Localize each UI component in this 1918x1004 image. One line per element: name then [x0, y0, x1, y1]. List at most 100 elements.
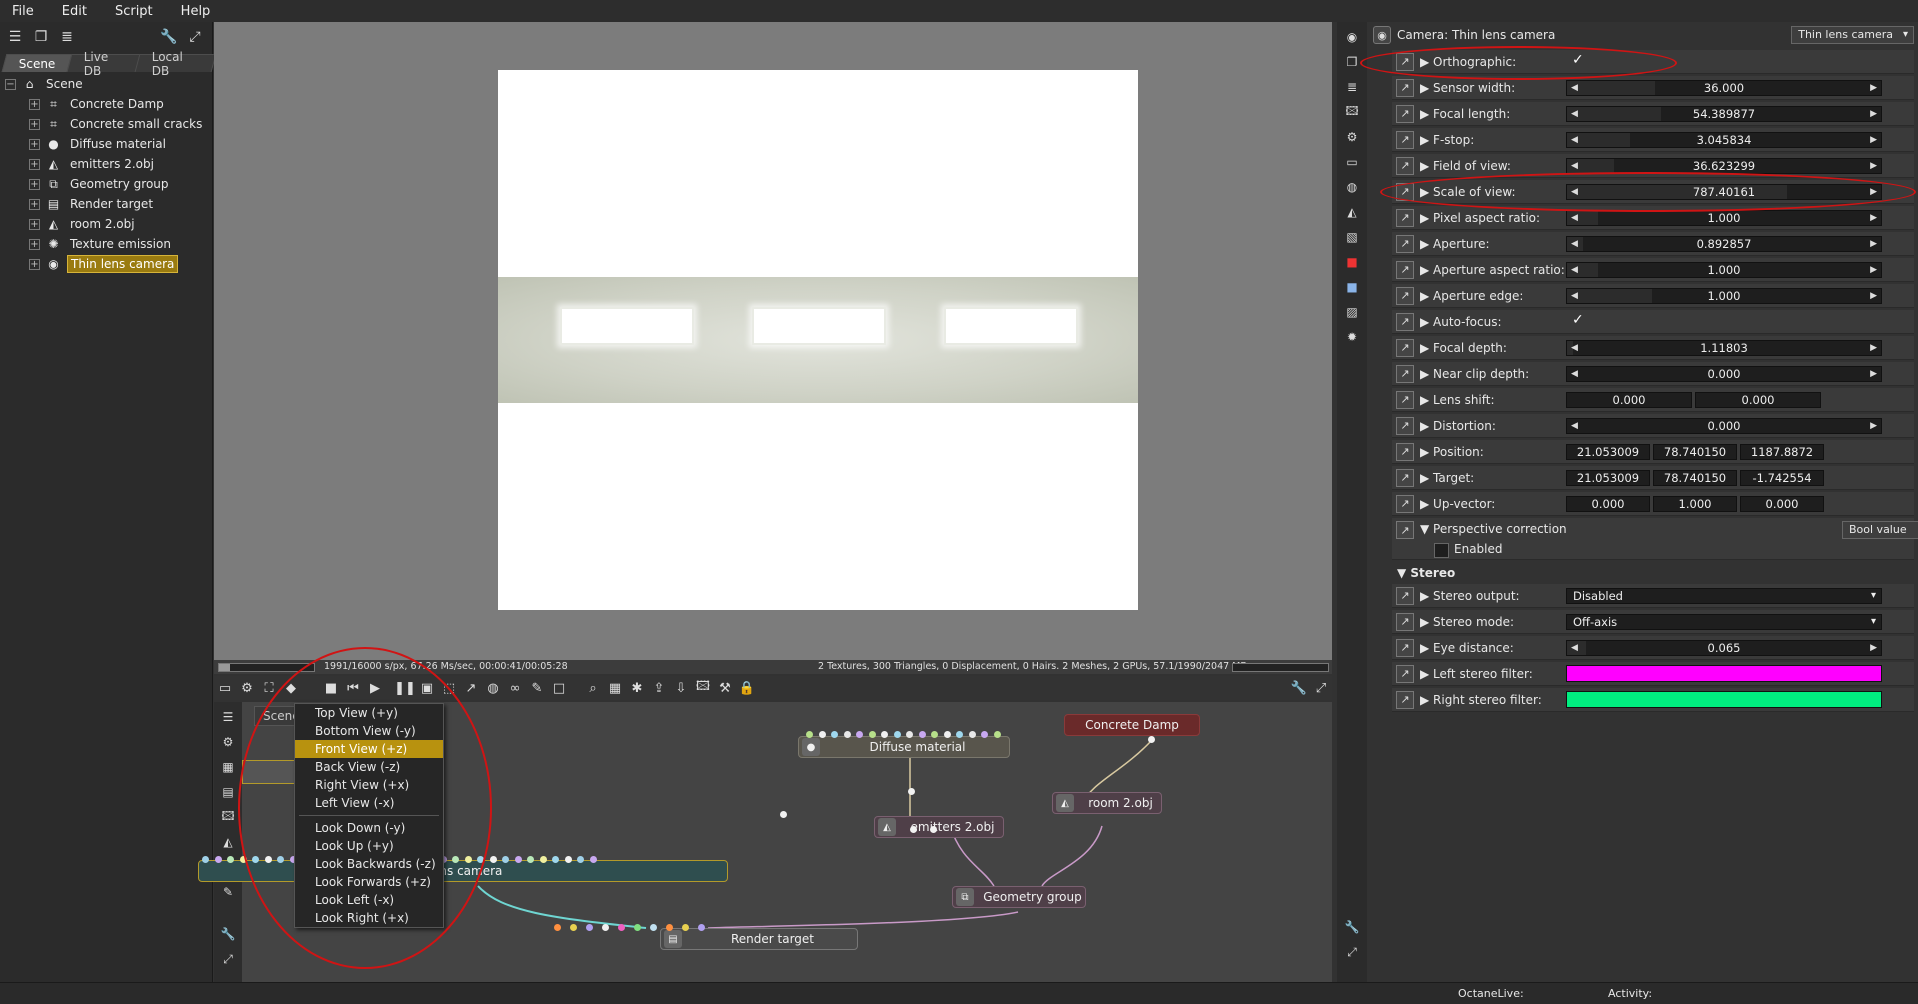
node-input-pin[interactable]	[514, 856, 522, 863]
node-geometry-group[interactable]: ⧉ Geometry group	[952, 886, 1086, 908]
node-input-pin[interactable]	[464, 856, 472, 863]
globe-icon[interactable]: ◍	[1342, 177, 1362, 197]
focus-icon[interactable]: ⛶	[258, 678, 280, 698]
image-icon[interactable]: 🖾	[692, 678, 714, 698]
enabled-checkbox[interactable]	[1434, 543, 1449, 558]
tree-item[interactable]: + ✺ Texture emission	[0, 234, 212, 254]
texture-icon[interactable]: ▧	[1342, 227, 1362, 247]
node-input-pin[interactable]	[539, 856, 547, 863]
tree-item[interactable]: + ◉ Thin lens camera	[0, 254, 212, 274]
param-value-field[interactable]: 0.000	[1566, 496, 1650, 512]
increment-arrow-icon[interactable]: ▶	[1870, 159, 1877, 173]
node-input-pin[interactable]	[943, 731, 951, 738]
fullscreen-icon[interactable]: ⤢	[1310, 678, 1332, 698]
node-list-icon[interactable]: ☰	[218, 707, 238, 727]
node-diffuse-material[interactable]: ● Diffuse material	[798, 736, 1010, 758]
link-icon[interactable]: ∞	[504, 678, 526, 698]
stop-icon[interactable]: ■	[320, 678, 342, 698]
param-checkbox[interactable]: ✓	[1572, 313, 1587, 328]
param-slider[interactable]: ◀ 36.623299 ▶	[1566, 158, 1882, 174]
param-slider[interactable]: ◀ 787.40161 ▶	[1566, 184, 1882, 200]
wrench-icon[interactable]: 🔧	[1342, 917, 1362, 937]
layers-icon[interactable]: ≣	[1342, 77, 1362, 97]
node-render-target[interactable]: ▤ Render target	[660, 928, 858, 950]
pick-icon[interactable]: ↗	[460, 678, 482, 698]
collapsed-node[interactable]	[242, 760, 296, 784]
node-input-pin[interactable]	[682, 924, 689, 931]
tree-item[interactable]: + ⧉ Geometry group	[0, 174, 212, 194]
tree-item[interactable]: + ▤ Render target	[0, 194, 212, 214]
param-dropdown[interactable]: Off-axis	[1566, 614, 1882, 630]
menu-item[interactable]: Right View (+x)	[295, 776, 443, 794]
settings-icon[interactable]: ⚒	[714, 678, 736, 698]
increment-arrow-icon[interactable]: ▶	[1870, 133, 1877, 147]
export-icon[interactable]: ⇪	[648, 678, 670, 698]
increment-arrow-icon[interactable]: ▶	[1870, 641, 1877, 655]
grid-icon[interactable]: ▦	[604, 678, 626, 698]
param-type-icon[interactable]: ↗	[1396, 468, 1414, 487]
increment-arrow-icon[interactable]: ▶	[1870, 81, 1877, 95]
node-input-pin[interactable]	[564, 856, 572, 863]
node-input-pin[interactable]	[868, 731, 876, 738]
increment-arrow-icon[interactable]: ▶	[1870, 107, 1877, 121]
import-icon[interactable]: ⇩	[670, 678, 692, 698]
layers-icon[interactable]: ≣	[56, 26, 78, 48]
lock-icon[interactable]: 🔒	[736, 678, 758, 698]
param-value-field[interactable]: -1.742554	[1740, 470, 1824, 486]
expand-icon[interactable]: +	[29, 118, 40, 130]
node-input-pin[interactable]	[956, 731, 963, 738]
node-input-pin[interactable]	[252, 856, 259, 863]
node-concrete-damp[interactable]: Concrete Damp	[1064, 714, 1200, 736]
param-value-field[interactable]: 21.053009	[1566, 470, 1650, 486]
node-input-pin[interactable]	[650, 924, 657, 931]
param-type-icon[interactable]: ↗	[1396, 104, 1414, 123]
tab-live-db[interactable]: Live DB	[66, 50, 142, 78]
param-slider[interactable]: ◀ 0.000 ▶	[1566, 366, 1882, 382]
param-type-icon[interactable]: ↗	[1396, 156, 1414, 175]
param-value-field[interactable]: 0.000	[1695, 392, 1821, 408]
wrench-icon[interactable]: 🔧	[218, 924, 238, 944]
node-input-pin[interactable]	[698, 924, 705, 931]
menu-item[interactable]: Look Down (-y)	[295, 819, 443, 837]
param-slider[interactable]: ◀ 1.000 ▶	[1566, 262, 1882, 278]
node-input-pin[interactable]	[602, 924, 609, 931]
tree-root[interactable]: − ⌂ Scene	[0, 74, 212, 94]
increment-arrow-icon[interactable]: ▶	[1870, 341, 1877, 355]
param-value-field[interactable]: 1.000	[1653, 496, 1737, 512]
node-input-pin[interactable]	[570, 924, 577, 931]
expand-icon[interactable]: +	[29, 218, 40, 230]
menu-help[interactable]: Help	[169, 4, 223, 19]
node-input-pin[interactable]	[202, 856, 209, 863]
restart-icon[interactable]: ⏮	[342, 678, 364, 698]
menu-script[interactable]: Script	[103, 4, 165, 19]
param-value-field[interactable]: 0.000	[1566, 392, 1692, 408]
node-input-pin[interactable]	[277, 856, 284, 863]
node-input-pin[interactable]	[856, 731, 863, 738]
param-type-icon[interactable]: ↗	[1396, 364, 1414, 383]
menu-item[interactable]: Look Up (+y)	[295, 837, 443, 855]
copy-icon[interactable]: ❐	[1342, 52, 1362, 72]
collapse-icon[interactable]: −	[5, 78, 16, 90]
square-icon[interactable]: □	[548, 678, 570, 698]
node-input-pin[interactable]	[577, 856, 584, 863]
tree-item[interactable]: + ● Diffuse material	[0, 134, 212, 154]
sun-icon[interactable]: ✹	[1342, 327, 1362, 347]
param-type-icon[interactable]: ↗	[1396, 338, 1414, 357]
node-input-pin[interactable]	[586, 924, 593, 931]
node-input-pin[interactable]	[908, 788, 915, 795]
node-input-pin[interactable]	[993, 731, 1001, 738]
fullscreen-icon[interactable]: ⤢	[218, 949, 238, 969]
node-input-pin[interactable]	[906, 731, 913, 738]
picture-icon[interactable]: ▨	[1342, 302, 1362, 322]
node-input-pin[interactable]	[918, 731, 926, 738]
node-input-pin[interactable]	[502, 856, 509, 863]
node-input-pin[interactable]	[843, 731, 851, 738]
color-swatch[interactable]	[1566, 691, 1882, 708]
increment-arrow-icon[interactable]: ▶	[1870, 263, 1877, 277]
monitor-icon[interactable]: ▭	[214, 678, 236, 698]
node-input-pin[interactable]	[264, 856, 272, 863]
grid-icon[interactable]: ▦	[218, 757, 238, 777]
param-value-field[interactable]: 78.740150	[1653, 444, 1737, 460]
param-type-icon[interactable]: ↗	[1396, 130, 1414, 149]
menu-item[interactable]: Top View (+y)	[295, 704, 443, 722]
